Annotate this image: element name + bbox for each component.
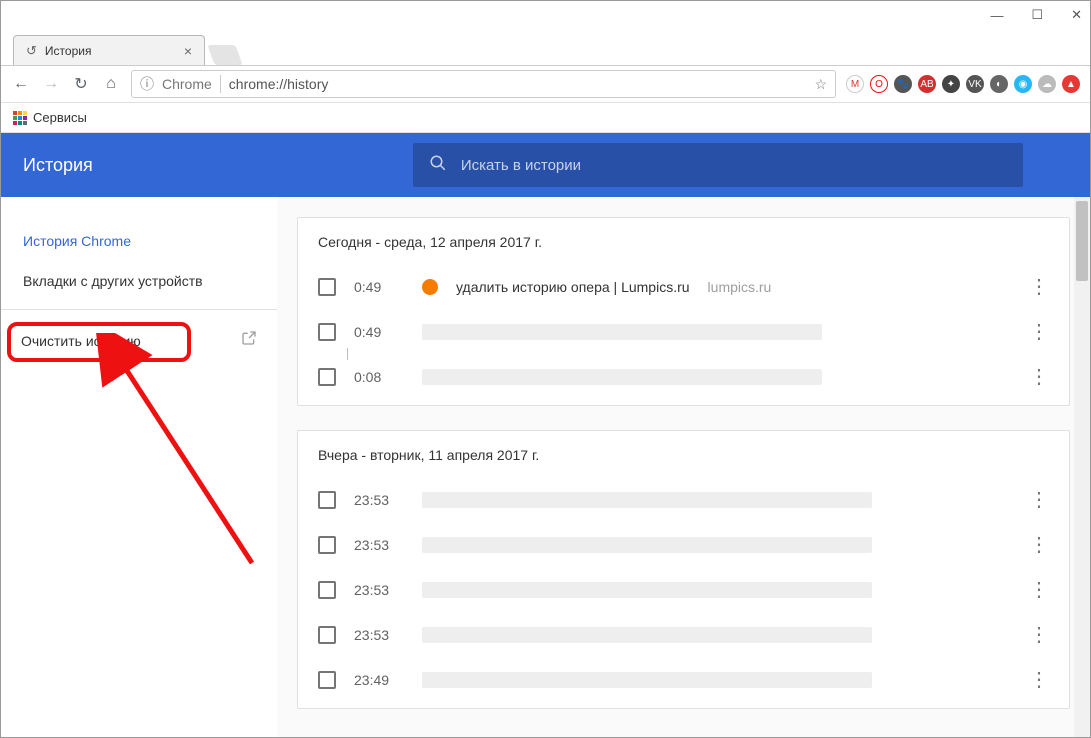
entry-checkbox[interactable] <box>318 581 336 599</box>
window-controls: — ☐ ✕ <box>1 1 1090 29</box>
entry-time: 0:49 <box>354 324 404 340</box>
entry-checkbox[interactable] <box>318 323 336 341</box>
entry-checkbox[interactable] <box>318 491 336 509</box>
opera-ext-icon[interactable]: O <box>870 75 888 93</box>
more-menu-icon[interactable]: ⋮ <box>1029 364 1049 389</box>
more-menu-icon[interactable]: ⋮ <box>1029 622 1049 647</box>
url-text: chrome://history <box>229 76 329 92</box>
sidebar-item-other-devices[interactable]: Вкладки с других устройств <box>1 261 277 301</box>
ext-icon-1[interactable]: ✦ <box>942 75 960 93</box>
sidebar-item-history-chrome[interactable]: История Chrome <box>1 221 277 261</box>
tab-strip: ↺ История × <box>1 29 1090 65</box>
bookmarks-bar: Сервисы <box>1 103 1090 133</box>
entry-title-redacted <box>422 582 872 598</box>
vk-ext-icon[interactable]: VK <box>966 75 984 93</box>
scrollbar[interactable] <box>1074 197 1090 737</box>
entry-time: 23:53 <box>354 627 404 643</box>
entry-checkbox[interactable] <box>318 278 336 296</box>
entry-checkbox[interactable] <box>318 368 336 386</box>
more-menu-icon[interactable]: ⋮ <box>1029 319 1049 344</box>
url-scheme-label: Chrome <box>162 76 212 92</box>
more-menu-icon[interactable]: ⋮ <box>1029 577 1049 602</box>
open-external-icon <box>241 330 257 351</box>
ext-icon-4[interactable]: ☁ <box>1038 75 1056 93</box>
clear-history-label: Очистить историю <box>21 333 141 349</box>
site-info-icon[interactable]: ⓘ <box>140 74 154 94</box>
bookmark-star-icon[interactable]: ☆ <box>814 76 827 93</box>
history-entry[interactable]: 23:53 ⋮ <box>298 567 1069 612</box>
entry-title-redacted <box>422 492 872 508</box>
history-entry[interactable]: 0:08 ⋮ <box>298 354 1069 399</box>
divider <box>220 75 221 93</box>
more-menu-icon[interactable]: ⋮ <box>1029 532 1049 557</box>
entry-time: 0:49 <box>354 279 404 295</box>
entry-checkbox[interactable] <box>318 536 336 554</box>
browser-tab-history[interactable]: ↺ История × <box>13 35 205 65</box>
page: История История Chrome Вкладки с других … <box>1 133 1090 737</box>
page-header: История <box>1 133 1090 197</box>
favicon-icon <box>422 279 438 295</box>
apps-label[interactable]: Сервисы <box>33 110 87 125</box>
entry-title[interactable]: удалить историю опера | Lumpics.ru <box>456 279 690 295</box>
entry-checkbox[interactable] <box>318 671 336 689</box>
entry-time: 23:53 <box>354 582 404 598</box>
back-button[interactable]: ← <box>11 75 31 93</box>
history-entry[interactable]: 23:53 ⋮ <box>298 477 1069 522</box>
history-entry[interactable]: 23:53 ⋮ <box>298 612 1069 657</box>
ext-icon-2[interactable]: ◐ <box>990 75 1008 93</box>
close-icon[interactable]: × <box>184 43 192 59</box>
entry-time: 23:49 <box>354 672 404 688</box>
sidebar: История Chrome Вкладки с других устройст… <box>1 197 277 737</box>
more-menu-icon[interactable]: ⋮ <box>1029 274 1049 299</box>
divider <box>1 309 277 310</box>
history-section-today: Сегодня - среда, 12 апреля 2017 г. 0:49 … <box>297 217 1070 406</box>
adblock-icon[interactable]: AB <box>918 75 936 93</box>
page-title: История <box>23 155 93 176</box>
entry-time: 23:53 <box>354 492 404 508</box>
history-search[interactable] <box>413 143 1023 187</box>
search-icon <box>429 154 447 177</box>
history-main: Сегодня - среда, 12 апреля 2017 г. 0:49 … <box>277 197 1090 737</box>
toolbar: ← → ↻ ⌂ ⓘ Chrome chrome://history ☆ M O … <box>1 65 1090 103</box>
reload-button[interactable]: ↻ <box>71 74 91 94</box>
entry-title-redacted <box>422 537 872 553</box>
search-input[interactable] <box>461 157 1007 174</box>
extension-icons: M O 🐾 AB ✦ VK ◐ ◉ ☁ ▲ <box>846 75 1080 93</box>
entry-domain: lumpics.ru <box>708 279 1011 295</box>
paw-ext-icon[interactable]: 🐾 <box>894 75 912 93</box>
history-entry[interactable]: 0:49 ⋮ <box>298 309 1069 354</box>
tab-title: История <box>45 44 92 58</box>
history-icon: ↺ <box>26 43 37 59</box>
ext-icon-3[interactable]: ◉ <box>1014 75 1032 93</box>
entry-time: 0:08 <box>354 369 404 385</box>
window-maximize[interactable]: ☐ <box>1031 7 1043 23</box>
more-menu-icon[interactable]: ⋮ <box>1029 667 1049 692</box>
entry-title-redacted <box>422 369 822 385</box>
more-menu-icon[interactable]: ⋮ <box>1029 487 1049 512</box>
forward-button: → <box>41 75 61 93</box>
history-entry[interactable]: 23:49 ⋮ <box>298 657 1069 702</box>
section-heading: Сегодня - среда, 12 апреля 2017 г. <box>298 234 1069 264</box>
entry-title-redacted <box>422 324 822 340</box>
history-entry[interactable]: 23:53 ⋮ <box>298 522 1069 567</box>
apps-icon[interactable] <box>13 111 27 125</box>
history-section-yesterday: Вчера - вторник, 11 апреля 2017 г. 23:53… <box>297 430 1070 709</box>
new-tab-button[interactable] <box>207 45 242 65</box>
entry-time: 23:53 <box>354 537 404 553</box>
sidebar-item-clear-history[interactable]: Очистить историю <box>1 318 277 363</box>
entry-title-redacted <box>422 672 872 688</box>
ext-icon-5[interactable]: ▲ <box>1062 75 1080 93</box>
entry-checkbox[interactable] <box>318 626 336 644</box>
entry-title-redacted <box>422 627 872 643</box>
section-heading: Вчера - вторник, 11 апреля 2017 г. <box>298 447 1069 477</box>
window-minimize[interactable]: — <box>990 8 1003 23</box>
gmail-icon[interactable]: M <box>846 75 864 93</box>
window-close[interactable]: ✕ <box>1071 7 1082 23</box>
address-bar[interactable]: ⓘ Chrome chrome://history ☆ <box>131 70 836 98</box>
history-entry[interactable]: 0:49 удалить историю опера | Lumpics.ru … <box>298 264 1069 309</box>
home-button[interactable]: ⌂ <box>101 75 121 93</box>
